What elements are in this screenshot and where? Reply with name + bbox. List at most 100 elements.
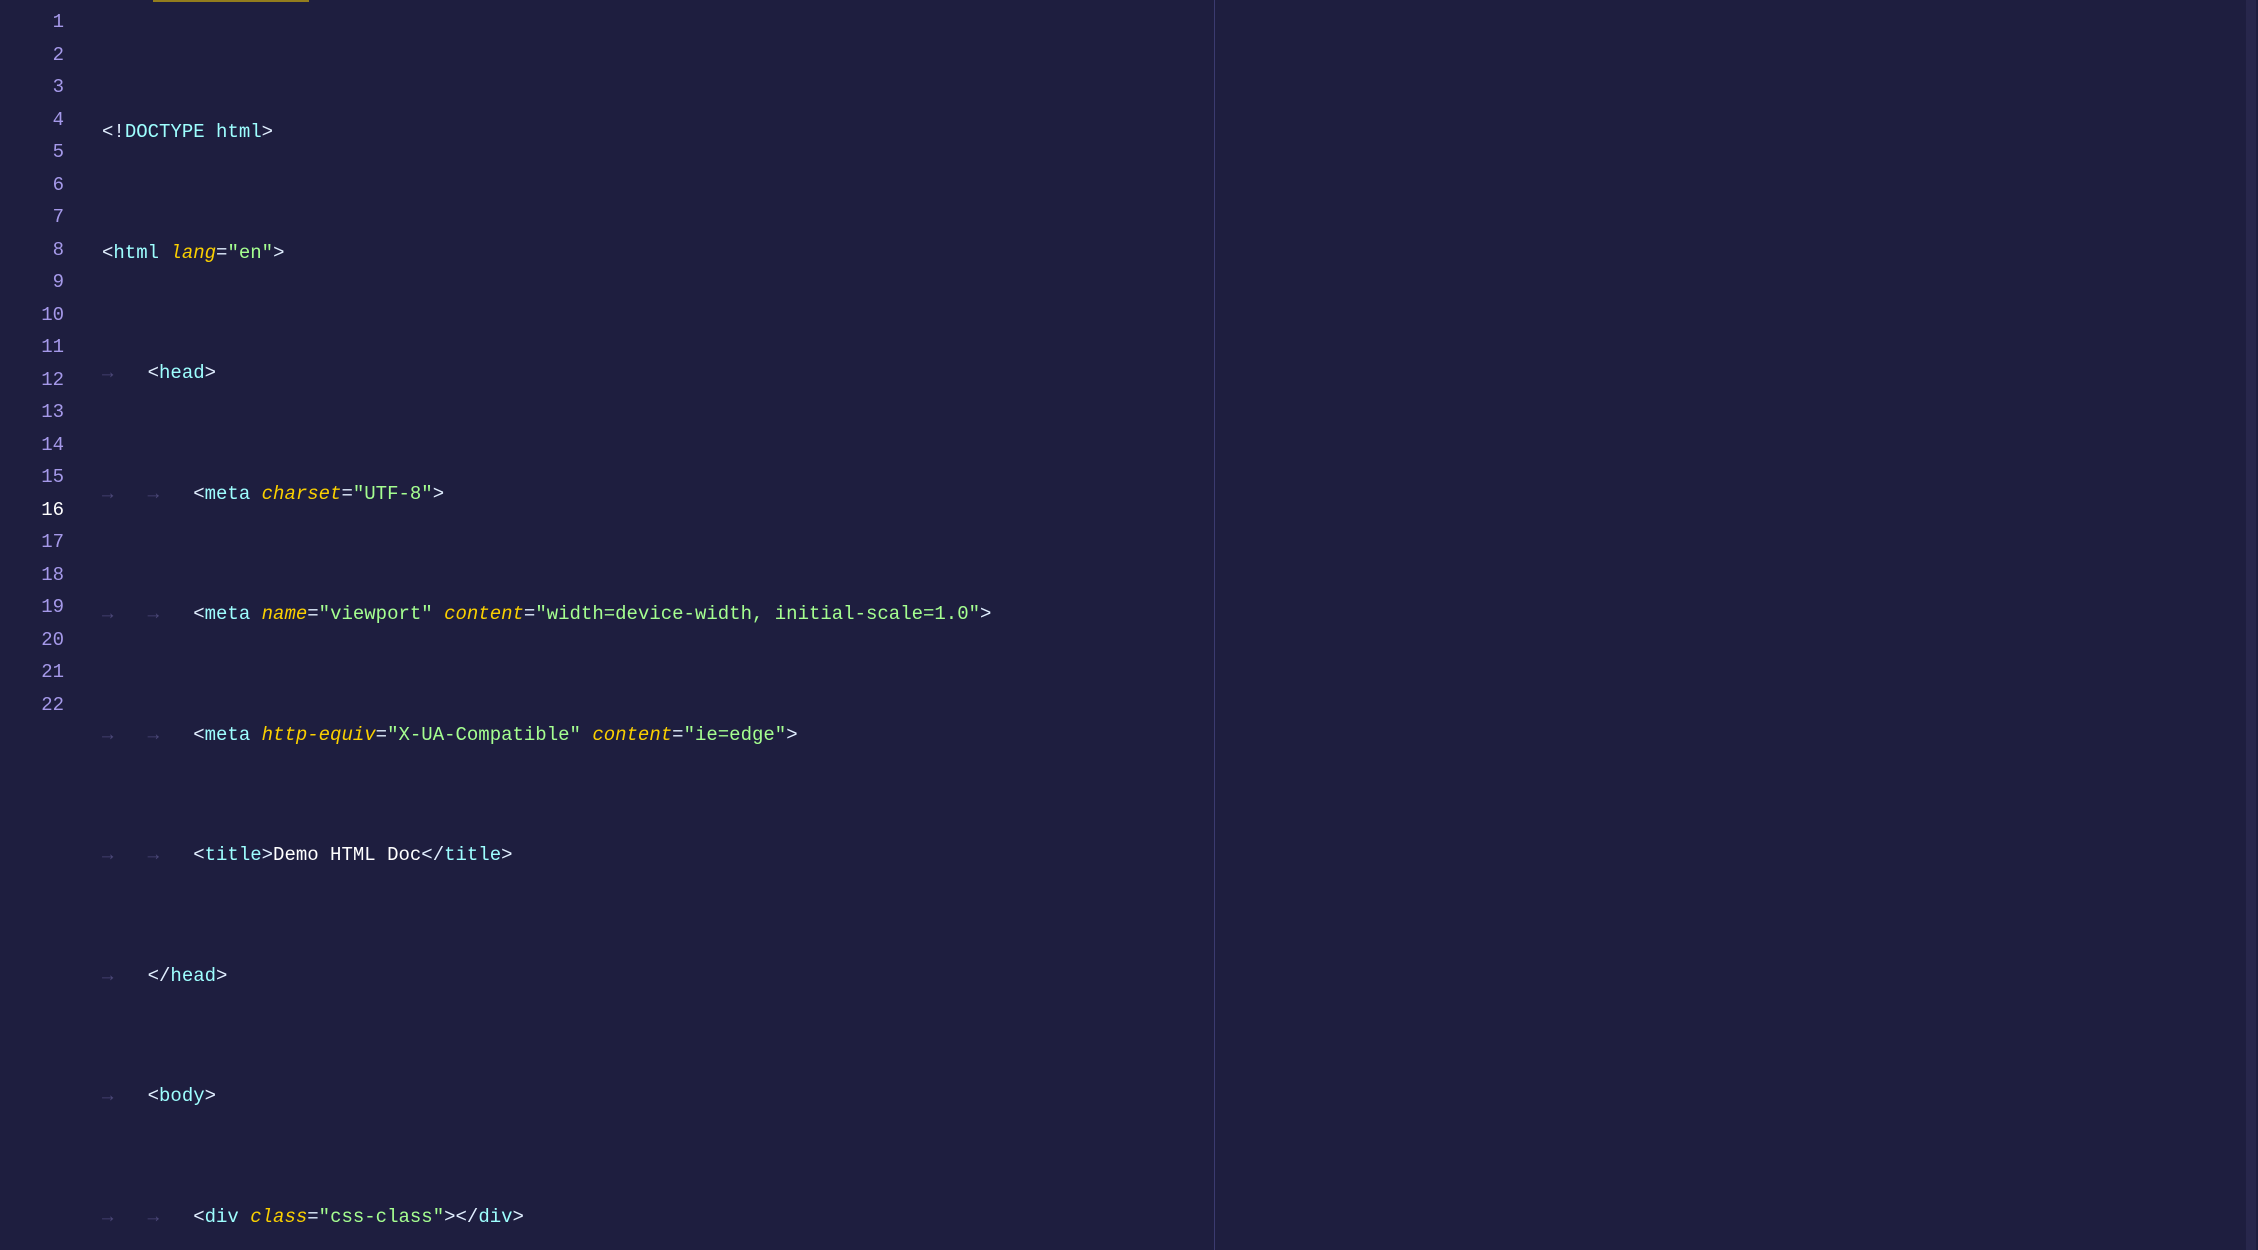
- tok: meta: [205, 724, 251, 746]
- tok: ": [969, 603, 980, 625]
- indent: →: [102, 1085, 148, 1107]
- tok: >: [262, 121, 273, 143]
- line-number: 10: [0, 299, 90, 332]
- tok: <: [148, 362, 159, 384]
- tok: [433, 603, 444, 625]
- tok: Demo HTML Doc: [273, 844, 421, 866]
- tok: css-class: [330, 1206, 433, 1228]
- tok: >: [501, 844, 512, 866]
- tok: <: [193, 603, 204, 625]
- tok: >: [444, 1206, 455, 1228]
- line-number-gutter: 1 2 3 4 5 6 7 8 9 10 11 12 13 14 15 16 1…: [0, 0, 90, 1250]
- tok: >: [786, 724, 797, 746]
- tok: ": [775, 724, 786, 746]
- tok: <: [193, 724, 204, 746]
- tok: >: [273, 242, 284, 264]
- code-line[interactable]: <!DOCTYPE html>: [90, 116, 2258, 149]
- line-number: 11: [0, 331, 90, 364]
- tok: <: [456, 1206, 467, 1228]
- tok: [250, 483, 261, 505]
- tok: ": [535, 603, 546, 625]
- tok: [239, 1206, 250, 1228]
- code-line[interactable]: → → <meta http-equiv="X-UA-Compatible" c…: [90, 719, 2258, 752]
- tok: =: [341, 483, 352, 505]
- line-number: 6: [0, 169, 90, 202]
- tok: UTF-8: [364, 483, 421, 505]
- vertical-scrollbar[interactable]: [2244, 0, 2258, 1250]
- indent: → →: [102, 844, 193, 866]
- line-number: 21: [0, 656, 90, 689]
- tok: content: [444, 603, 524, 625]
- line-number-active: 16: [0, 494, 90, 527]
- tok: >: [216, 965, 227, 987]
- indent: → →: [102, 483, 193, 505]
- tok: ": [227, 242, 238, 264]
- tok: >: [433, 483, 444, 505]
- code-line[interactable]: → </head>: [90, 960, 2258, 993]
- line-number: 17: [0, 526, 90, 559]
- line-number: 8: [0, 234, 90, 267]
- tok: <: [193, 483, 204, 505]
- line-number: 13: [0, 396, 90, 429]
- tok: <: [421, 844, 432, 866]
- code-line[interactable]: → → <div class="css-class"></div>: [90, 1201, 2258, 1234]
- tok: title: [444, 844, 501, 866]
- indent: →: [102, 965, 148, 987]
- tok: ": [421, 483, 432, 505]
- tok: ": [319, 1206, 330, 1228]
- code-editor[interactable]: 1 2 3 4 5 6 7 8 9 10 11 12 13 14 15 16 1…: [0, 0, 2258, 1250]
- code-line[interactable]: → <body>: [90, 1080, 2258, 1113]
- line-number: 5: [0, 136, 90, 169]
- tok: lang: [170, 242, 216, 264]
- tok: ": [387, 724, 398, 746]
- scrollbar-thumb[interactable]: [2246, 0, 2256, 1250]
- tok: width=device-width, initial-scale=1.0: [547, 603, 969, 625]
- tok: viewport: [330, 603, 421, 625]
- line-number: 1: [0, 6, 90, 39]
- tok: ": [684, 724, 695, 746]
- tok: body: [159, 1085, 205, 1107]
- tok: http-equiv: [262, 724, 376, 746]
- tok: content: [592, 724, 672, 746]
- tok: ": [421, 603, 432, 625]
- tok: ": [319, 603, 330, 625]
- tok: head: [159, 362, 205, 384]
- tok: ": [570, 724, 581, 746]
- code-area[interactable]: <!DOCTYPE html> <html lang="en"> → <head…: [90, 0, 2258, 1250]
- tok: <: [148, 1085, 159, 1107]
- tok: /: [159, 965, 170, 987]
- code-line[interactable]: → <head>: [90, 357, 2258, 390]
- code-line[interactable]: → → <meta name="viewport" content="width…: [90, 598, 2258, 631]
- indent: → →: [102, 603, 193, 625]
- tok: >: [205, 1085, 216, 1107]
- tok: DOCTYPE: [125, 121, 205, 143]
- code-line[interactable]: → → <title>Demo HTML Doc</title>: [90, 839, 2258, 872]
- indent: → →: [102, 1206, 193, 1228]
- indent: → →: [102, 724, 193, 746]
- tok: meta: [205, 483, 251, 505]
- line-number: 4: [0, 104, 90, 137]
- line-number: 9: [0, 266, 90, 299]
- tok: <: [102, 242, 113, 264]
- tok: meta: [205, 603, 251, 625]
- tok: >: [262, 844, 273, 866]
- indent: →: [102, 362, 148, 384]
- tok: >: [513, 1206, 524, 1228]
- tok: div: [205, 1206, 239, 1228]
- tok: ": [262, 242, 273, 264]
- line-number: 12: [0, 364, 90, 397]
- tok: ": [353, 483, 364, 505]
- tok: en: [239, 242, 262, 264]
- line-number: 22: [0, 689, 90, 722]
- code-line[interactable]: <html lang="en">: [90, 237, 2258, 270]
- line-number: 14: [0, 429, 90, 462]
- line-number: 7: [0, 201, 90, 234]
- tok: head: [170, 965, 216, 987]
- tok: =: [307, 603, 318, 625]
- tok: >: [980, 603, 991, 625]
- tok: /: [433, 844, 444, 866]
- tok: [250, 603, 261, 625]
- code-line[interactable]: → → <meta charset="UTF-8">: [90, 478, 2258, 511]
- tok: [250, 724, 261, 746]
- tok: X-UA-Compatible: [398, 724, 569, 746]
